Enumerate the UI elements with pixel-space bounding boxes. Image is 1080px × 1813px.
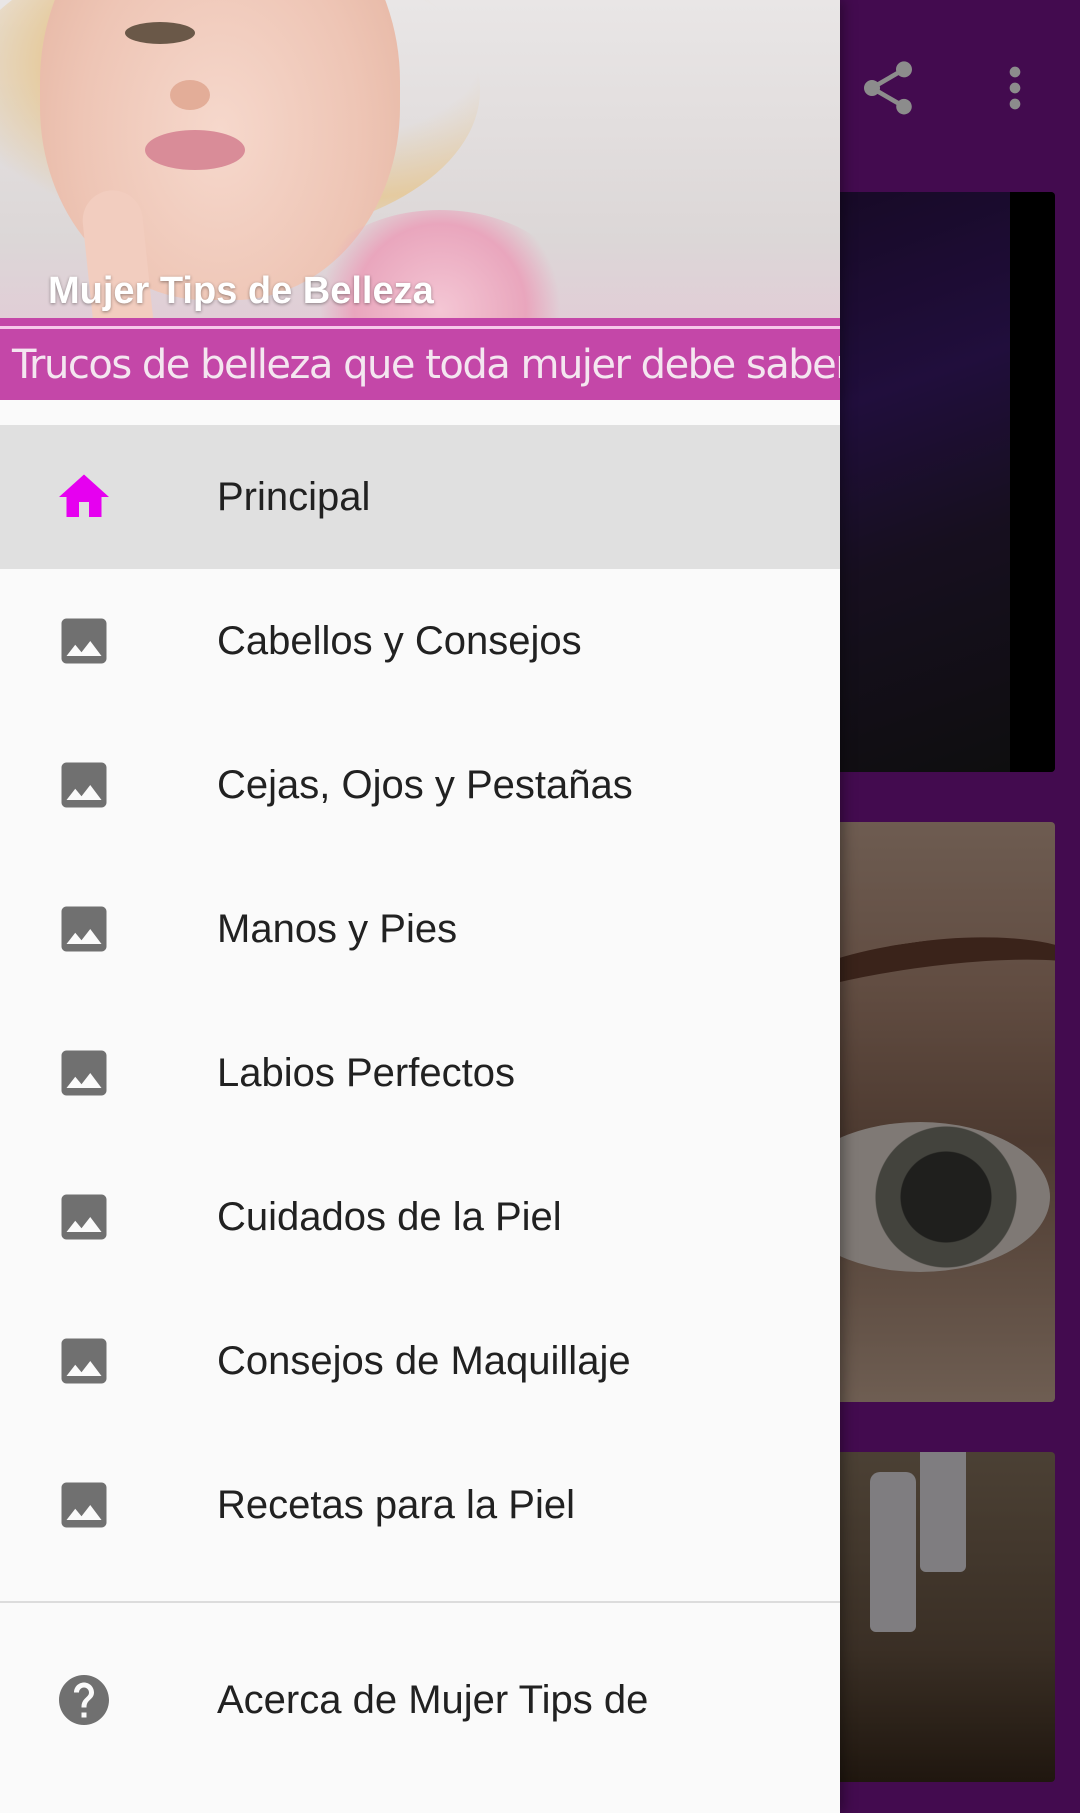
menu-item-maquillaje[interactable]: Consejos de Maquillaje [0,1289,840,1433]
drawer-header: Mujer Tips de Belleza Trucos de belleza … [0,0,840,400]
tagline-banner: Trucos de belleza que toda mujer debe sa… [0,318,840,400]
help-icon [54,1670,114,1730]
menu-item-label: Recetas para la Piel [217,1482,575,1527]
menu-item-cejas[interactable]: Cejas, Ojos y Pestañas [0,713,840,857]
menu-item-cuidados-piel[interactable]: Cuidados de la Piel [0,1145,840,1289]
drawer-menu: Principal Cabellos y Consejos Cejas, Ojo… [0,425,840,1577]
header-photo-nose [170,80,210,110]
menu-item-label: Cejas, Ojos y Pestañas [217,762,633,807]
image-icon [54,1331,114,1391]
menu-item-label: Labios Perfectos [217,1050,515,1095]
navigation-drawer: Mujer Tips de Belleza Trucos de belleza … [0,0,840,1813]
image-icon [54,755,114,815]
banner-divider [0,326,840,329]
drawer-title: Mujer Tips de Belleza [48,270,434,312]
menu-item-recetas[interactable]: Recetas para la Piel [0,1433,840,1577]
menu-item-label: Cabellos y Consejos [217,618,582,663]
menu-divider [0,1601,840,1603]
image-icon [54,1187,114,1247]
menu-item-manos[interactable]: Manos y Pies [0,857,840,1001]
menu-item-label: Principal [217,474,371,519]
header-photo-eye [125,22,195,44]
menu-item-acerca[interactable]: Acerca de Mujer Tips de [0,1628,840,1772]
image-icon [54,1043,114,1103]
menu-item-principal[interactable]: Principal [0,425,840,569]
home-icon [54,467,114,527]
menu-item-cabellos[interactable]: Cabellos y Consejos [0,569,840,713]
menu-item-label: Acerca de Mujer Tips de [217,1677,649,1722]
menu-item-label: Cuidados de la Piel [217,1194,562,1239]
menu-item-labios[interactable]: Labios Perfectos [0,1001,840,1145]
menu-item-label: Consejos de Maquillaje [217,1338,631,1383]
image-icon [54,899,114,959]
image-icon [54,611,114,671]
header-photo-lips [145,130,245,170]
image-icon [54,1475,114,1535]
menu-item-label: Manos y Pies [217,906,458,951]
tagline-text: Trucos de belleza que toda mujer debe sa… [12,342,840,388]
